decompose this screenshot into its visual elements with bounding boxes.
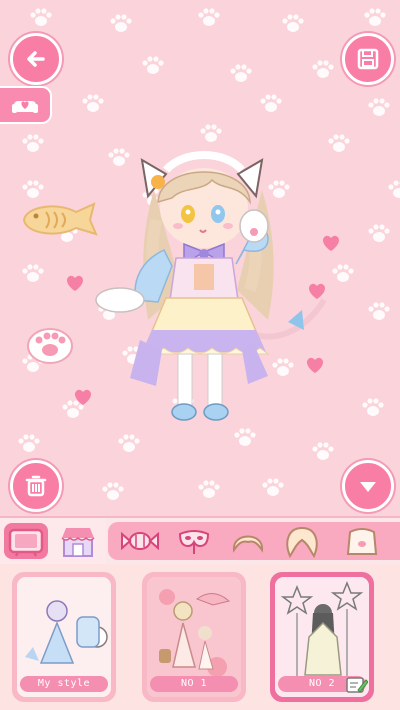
category-group-wear	[108, 522, 400, 560]
paw-print-icon	[310, 58, 336, 80]
pencil-note-icon[interactable]	[346, 676, 368, 694]
paw-print-icon	[310, 440, 336, 462]
paw-print-icon	[360, 396, 386, 418]
hair-short-icon	[232, 535, 264, 553]
paw-print-icon	[28, 6, 54, 28]
collapse-panel-button[interactable]	[342, 460, 394, 512]
paw-print-icon	[228, 62, 254, 84]
paw-print-icon	[100, 480, 126, 502]
category-long-hair[interactable]	[280, 523, 324, 559]
paw-print-icon	[386, 178, 400, 200]
paw-print-icon	[116, 432, 142, 454]
character-stage	[0, 0, 400, 516]
arrow-left-icon	[27, 51, 45, 67]
paw-print-icon	[196, 478, 222, 500]
paw-print-icon	[366, 222, 392, 244]
shop-awning-icon	[61, 528, 95, 557]
dress-up-screen: My style NO 1 NO 2	[0, 0, 400, 710]
heart-decoration	[75, 389, 91, 405]
paw-glove-decoration	[27, 328, 73, 364]
category-shop-stall[interactable]	[56, 523, 100, 559]
paw-print-icon	[366, 300, 392, 322]
delete-outfit-button[interactable]	[10, 460, 62, 512]
paw-print-icon	[260, 476, 286, 498]
category-candy-accessory[interactable]	[118, 523, 162, 559]
saved-styles-panel: My style NO 1 NO 2	[0, 564, 400, 710]
paw-print-icon	[16, 432, 42, 454]
category-top-clothing[interactable]	[340, 523, 384, 559]
paw-print-icon	[20, 178, 46, 200]
dressed-character[interactable]	[92, 140, 332, 430]
triangle-down-icon	[360, 482, 376, 492]
mask-icon	[178, 530, 210, 554]
category-tv-background[interactable]	[4, 523, 48, 559]
style-card-no1[interactable]: NO 1	[142, 572, 246, 702]
trash-icon	[25, 475, 47, 497]
category-mask[interactable]	[172, 523, 216, 559]
save-button[interactable]	[342, 33, 394, 85]
back-button[interactable]	[10, 33, 62, 85]
paw-print-icon	[362, 6, 388, 28]
taiyaki-decoration	[22, 202, 98, 236]
floppy-disk-icon	[357, 48, 379, 70]
paw-print-icon	[20, 262, 46, 284]
candy-icon	[121, 531, 159, 551]
shirt-icon	[346, 528, 378, 555]
paw-print-icon	[108, 12, 134, 34]
paw-print-icon	[80, 92, 106, 114]
hair-long-icon	[286, 526, 318, 558]
category-short-hair[interactable]	[226, 523, 270, 559]
wardrobe-button[interactable]	[0, 86, 52, 124]
style-card-my-style[interactable]: My style	[12, 572, 116, 702]
paw-print-icon	[196, 6, 222, 28]
heart-decoration	[67, 275, 83, 291]
style-card-no2[interactable]: NO 2	[270, 572, 374, 702]
paw-print-icon	[140, 54, 166, 76]
paw-print-icon	[258, 92, 284, 114]
sofa-heart-icon	[12, 101, 38, 113]
paw-print-icon	[280, 12, 306, 34]
paw-print-icon	[366, 96, 392, 118]
tv-icon	[8, 528, 44, 557]
category-group-scene	[0, 518, 106, 564]
category-bar	[0, 516, 400, 566]
paw-print-icon	[330, 262, 356, 284]
style-card-label: NO 1	[150, 676, 238, 692]
paw-print-icon	[20, 132, 46, 154]
style-card-label: My style	[20, 676, 108, 692]
